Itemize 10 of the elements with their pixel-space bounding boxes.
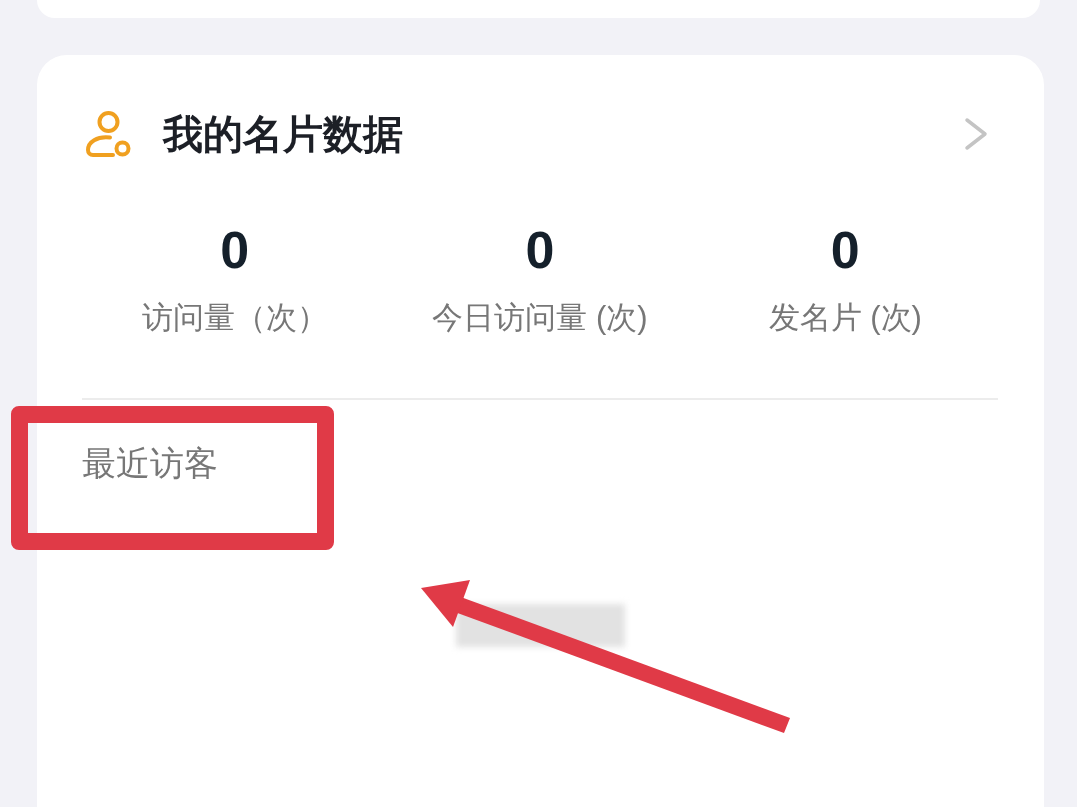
chevron-right-icon[interactable] bbox=[964, 117, 988, 151]
stat-label: 访问量（次） bbox=[141, 299, 328, 337]
recent-visitors-label: 最近访客 bbox=[82, 443, 218, 484]
stat-label: 发名片 (次) bbox=[768, 299, 922, 337]
stat-value: 0 bbox=[830, 222, 860, 278]
person-icon bbox=[86, 110, 132, 158]
card-title: 我的名片数据 bbox=[163, 111, 403, 158]
stat-value: 0 bbox=[525, 222, 555, 278]
stat-value: 0 bbox=[220, 222, 250, 278]
stat-label: 今日访问量 (次) bbox=[432, 299, 648, 337]
